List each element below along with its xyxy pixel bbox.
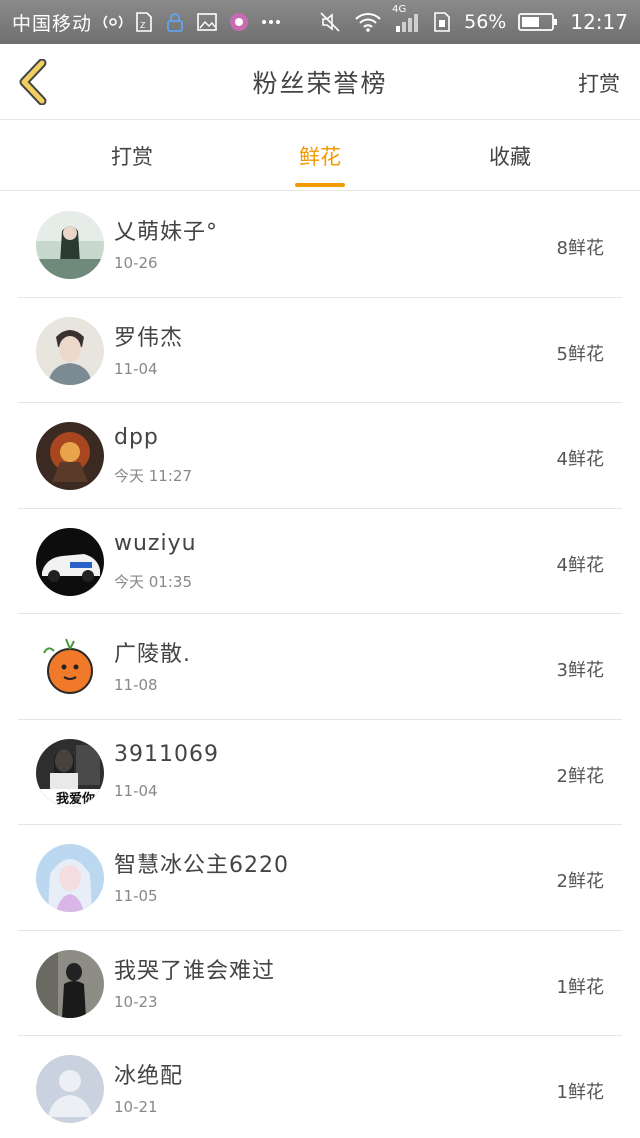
default-avatar-icon (36, 1055, 104, 1123)
clock: 12:17 (570, 10, 628, 34)
page-title: 粉丝荣誉榜 (252, 68, 388, 98)
tab-reward[interactable]: 打赏 (62, 121, 202, 191)
avatar (36, 633, 104, 701)
tab-favorites[interactable]: 收藏 (440, 121, 580, 191)
back-button[interactable] (14, 58, 54, 106)
fan-ranking-list: 乂萌妹子° 10-26 8鲜花 罗伟杰 11-04 5鲜花 dpp 今天 11:… (0, 192, 640, 1138)
carrier-name: 中国移动 (12, 12, 93, 35)
fan-name: 我哭了谁会难过 (114, 958, 276, 984)
more-notifications-icon (260, 10, 282, 34)
flower-count: 8鲜花 (556, 238, 604, 259)
fan-date: 10-21 (114, 1098, 158, 1116)
fan-date: 11-04 (114, 359, 158, 378)
top-nav-bar: 粉丝荣誉榜 打赏 (0, 44, 640, 120)
list-item[interactable]: 冰绝配 10-21 1鲜花 (18, 1036, 622, 1138)
battery-icon (518, 10, 558, 34)
fan-name: 冰绝配 (114, 1064, 184, 1089)
svg-text:Z: Z (140, 21, 146, 30)
fan-name: 乂萌妹子° (114, 220, 219, 245)
tab-bar: 打赏 鲜花 收藏 (0, 121, 640, 191)
avatar (36, 527, 104, 596)
flower-count: 2鲜花 (556, 765, 604, 787)
list-item[interactable]: wuziyu 今天 01:35 4鲜花 (18, 509, 622, 614)
flower-count: 2鲜花 (556, 871, 604, 892)
fan-name: 广陵散. (114, 642, 191, 667)
avatar-caption: 我爱你 (56, 791, 96, 807)
fan-date: 今天 01:35 (114, 572, 192, 591)
lock-notification-icon (164, 10, 186, 34)
avatar: 我爱你 (36, 738, 104, 807)
list-item[interactable]: 乂萌妹子° 10-26 8鲜花 (18, 192, 622, 298)
fan-date: 10-23 (114, 992, 158, 1011)
avatar (36, 949, 104, 1018)
mute-icon (318, 10, 342, 34)
battery-percent: 56% (464, 11, 507, 33)
fan-name: 罗伟杰 (114, 325, 184, 351)
list-item[interactable]: 我哭了谁会难过 10-23 1鲜花 (18, 931, 622, 1036)
active-tab-indicator (295, 183, 345, 187)
status-bar: 中国移动 Z 4G 56% 12:17 (0, 0, 640, 44)
flower-count: 1鲜花 (556, 976, 604, 998)
avatar (36, 211, 104, 279)
fan-name: 智慧冰公主6220 (114, 853, 289, 878)
avatar (36, 844, 104, 912)
list-item[interactable]: dpp 今天 11:27 4鲜花 (18, 403, 622, 509)
tab-label: 鲜花 (299, 145, 341, 169)
list-item[interactable]: 罗伟杰 11-04 5鲜花 (18, 298, 622, 403)
fan-date: 10-26 (114, 254, 158, 272)
fan-name: 3911069 (114, 741, 219, 767)
image-notification-icon (196, 10, 218, 34)
flower-count: 4鲜花 (556, 449, 604, 470)
app-notification-icon (228, 10, 250, 34)
fan-date: 今天 11:27 (114, 467, 192, 485)
sim-card-icon: Z (134, 10, 154, 34)
wifi-icon (354, 10, 382, 34)
list-item[interactable]: 智慧冰公主6220 11-05 2鲜花 (18, 825, 622, 931)
signal-icon: 4G (392, 4, 420, 34)
fan-name: dpp (114, 425, 159, 450)
network-type: 4G (392, 4, 407, 15)
flower-count: 4鲜花 (556, 554, 604, 576)
reward-button[interactable]: 打赏 (578, 68, 620, 98)
flower-count: 1鲜花 (556, 1082, 604, 1103)
avatar (36, 422, 104, 490)
flower-count: 5鲜花 (556, 343, 604, 365)
list-item[interactable]: 广陵散. 11-08 3鲜花 (18, 614, 622, 720)
fan-date: 11-04 (114, 781, 158, 800)
sim-status-icon (432, 10, 452, 34)
avatar (36, 316, 104, 385)
fan-date: 11-08 (114, 676, 158, 694)
flower-count: 3鲜花 (556, 660, 604, 681)
tab-flowers[interactable]: 鲜花 (250, 121, 390, 191)
fan-name: wuziyu (114, 530, 197, 556)
tab-label: 打赏 (111, 145, 153, 169)
back-arrow-icon (19, 59, 47, 105)
tab-label: 收藏 (489, 145, 531, 169)
nfc-icon (102, 10, 124, 34)
fan-date: 11-05 (114, 887, 158, 905)
list-item[interactable]: 我爱你 3911069 11-04 2鲜花 (18, 720, 622, 825)
